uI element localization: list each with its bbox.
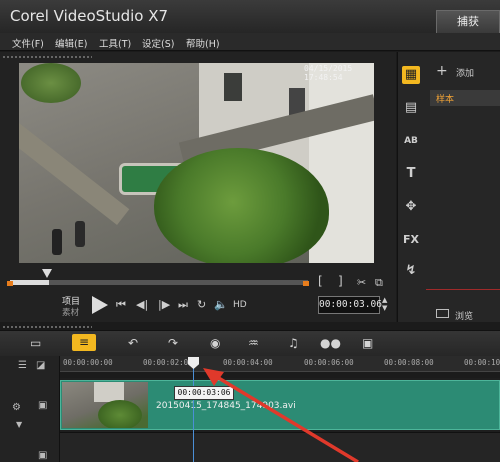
thumb-building [94,382,124,402]
subtitle-editor-icon[interactable]: ▣ [362,336,373,350]
divider [426,289,500,290]
ruler-label: 00:00:04:00 [223,358,273,367]
collapse-icon[interactable]: ▼ [16,420,22,429]
timeline-ruler[interactable] [60,356,500,372]
mark-in-icon[interactable]: [ [318,274,323,288]
volume-icon[interactable]: 🔈 [214,298,228,311]
home-icon[interactable]: ⏮ [116,298,126,312]
track-header-column [0,356,60,462]
filter-icon[interactable]: FX [402,231,420,249]
video-person [52,229,62,255]
scissors-icon[interactable]: ✂ [357,276,366,289]
graphic-icon[interactable]: ✥ [402,198,420,216]
sample-label: 样本 [436,95,455,105]
ruler-label: 00:00:10 [464,358,500,367]
video-track-icon[interactable]: ▣ [38,400,47,411]
ruler-label: 00:00:00:00 [63,358,113,367]
add-button[interactable]: 添加 [456,66,474,79]
undo-icon[interactable]: ↶ [128,336,138,350]
menu-help[interactable]: 帮助(H) [186,36,220,50]
video-person [75,221,85,247]
add-icon[interactable]: + [436,63,448,79]
app-title: Corel VideoStudio X7 [10,7,169,25]
video-overlay-timestamp: 04/15/2015 17:48:54 [304,64,353,82]
menu-tools[interactable]: 工具(T) [99,36,131,50]
timeline-grip[interactable] [2,325,92,329]
video-preview[interactable]: 04/15/2015 17:48:54 [19,63,374,263]
instant-project-icon[interactable]: ▤ [402,99,420,117]
ruler-label: 00:00:06:00 [304,358,354,367]
ruler-label: 00:00:08:00 [384,358,434,367]
timecode-display[interactable]: 00:00:03.06 [318,296,382,314]
auto-music-icon[interactable]: ♫ [288,336,299,350]
menu-bar: 文件(F) 编辑(E) 工具(T) 设定(S) 帮助(H) [0,33,500,51]
trim-marker-left[interactable] [7,281,13,286]
chapter-icon[interactable]: ◪ [36,360,45,371]
track-manager-icon[interactable]: ☰ [18,360,27,371]
browse-button[interactable]: 浏览 [455,309,473,322]
next-frame-icon[interactable]: |▶ [158,298,170,311]
mode-clip-label[interactable]: 素材 [62,306,79,318]
mark-out-icon[interactable]: ] [338,274,343,288]
clip-thumbnail [62,382,148,428]
tab-capture[interactable]: 捕获 [436,10,500,33]
trim-marker-right[interactable] [303,281,309,286]
overlay-track-icon[interactable]: ▣ [38,450,47,461]
ruler-label: 00:00:02:00 [143,358,193,367]
hd-toggle[interactable]: HD [233,300,247,310]
menu-file[interactable]: 文件(F) [12,36,44,50]
repeat-icon[interactable]: ↻ [197,298,206,311]
track-options-icon[interactable]: ⚙ [12,402,21,413]
timecode-stepper-icon[interactable]: ▲ ▼ [382,296,387,312]
title-bar: Corel VideoStudio X7 捕获 [0,0,500,33]
timeline-view-icon[interactable]: ≡ [72,334,96,351]
video-window [224,73,242,101]
media-icon[interactable]: ▦ [402,66,420,84]
menu-settings[interactable]: 设定(S) [142,36,174,50]
motion-tracking-icon[interactable]: ●● [320,336,341,350]
panel-grip[interactable] [2,55,92,59]
playhead-line[interactable] [193,360,194,462]
expand-icon[interactable]: ⧉ [375,276,383,290]
overlay-track[interactable] [60,432,500,462]
scrub-track[interactable] [10,280,308,285]
path-icon[interactable]: ↯ [402,262,420,280]
sound-mixer-icon[interactable]: ♒ [248,336,259,350]
end-icon[interactable]: ⏭ [178,298,188,312]
menu-edit[interactable]: 编辑(E) [55,36,87,50]
playhead-tooltip: 00:00:03:06 [174,386,234,400]
record-capture-icon[interactable]: ◉ [210,336,220,350]
video-tree-small [21,63,81,103]
prev-frame-icon[interactable]: ◀| [136,298,148,311]
redo-icon[interactable]: ↷ [168,336,178,350]
browse-icon[interactable] [436,309,449,318]
scrub-progress [10,280,49,285]
thumb-tree [98,400,142,428]
transition-icon[interactable]: AB [402,132,420,150]
clip-name: 20150415_174845_174903.avi [156,401,296,411]
storyboard-view-icon[interactable]: ▭ [30,336,41,350]
title-icon[interactable]: T [402,165,420,183]
